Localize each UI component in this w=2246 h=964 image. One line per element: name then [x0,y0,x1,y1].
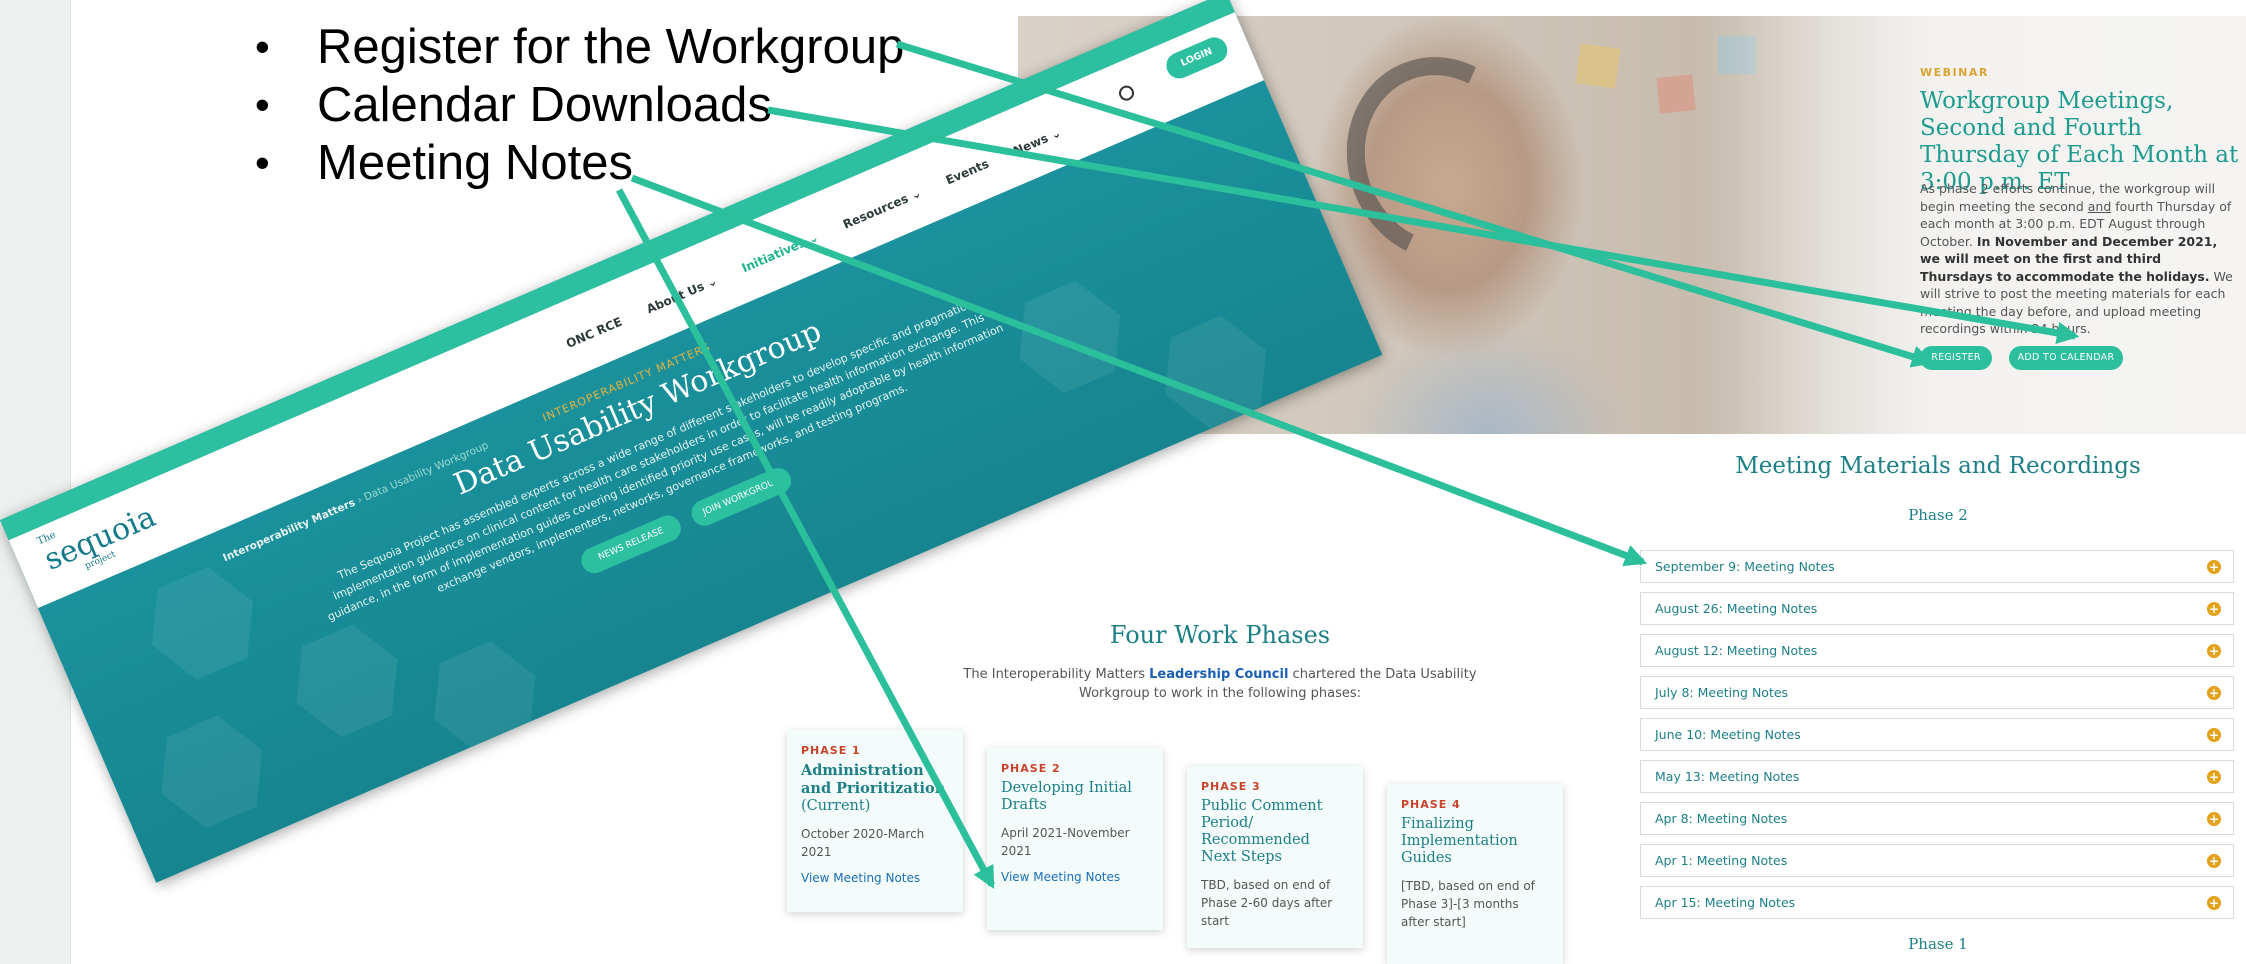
accordion-item[interactable]: May 13: Meeting Notes + [1640,760,2234,793]
accordion-label: Apr 15: Meeting Notes [1655,895,1796,910]
plus-circle-icon[interactable]: + [2207,602,2221,616]
accordion-item[interactable]: July 8: Meeting Notes + [1640,676,2234,709]
webinar-description: As phase 2 efforts continue, the workgro… [1920,180,2236,338]
add-to-calendar-button[interactable]: ADD TO CALENDAR [2009,346,2123,370]
bullet-text: Meeting Notes [317,136,633,190]
plus-circle-icon[interactable]: + [2207,644,2221,658]
accordion-label: August 26: Meeting Notes [1655,601,1818,616]
sticky-note-shape [1575,43,1621,89]
plus-circle-icon[interactable]: + [2207,560,2221,574]
accordion-label: July 8: Meeting Notes [1655,685,1789,700]
hexagon-decoration [130,551,275,696]
accordion-label: Apr 8: Meeting Notes [1655,811,1788,826]
intro-text: The Interoperability Matters [963,667,1150,682]
phase-card-4: PHASE 4 Finalizing Implementation Guides… [1387,784,1563,964]
phase-kicker: PHASE 2 [1001,762,1061,775]
phase-title: Public Comment Period/ Recommended Next … [1201,798,1323,865]
headphones-shape [1318,30,1564,288]
hexagon-decoration [140,699,285,844]
bullet-register: • Register for the Workgroup [255,18,904,76]
sticky-note-shape [1656,74,1696,114]
phase-card-1: PHASE 1 Administration and Prioritizatio… [787,730,963,912]
phase-card-3: PHASE 3 Public Comment Period/ Recommend… [1187,766,1363,948]
leadership-council-link[interactable]: Leadership Council [1149,667,1288,682]
accordion-label: Apr 1: Meeting Notes [1655,853,1788,868]
accordion-item[interactable]: Apr 15: Meeting Notes + [1640,886,2234,919]
accordion-item[interactable]: September 9: Meeting Notes + [1640,550,2234,583]
phase-title: Finalizing Implementation Guides [1401,816,1518,866]
plus-circle-icon[interactable]: + [2207,770,2221,784]
bullet-text: Calendar Downloads [317,78,772,132]
phase-1-heading: Phase 1 [1908,935,1968,953]
bullet-text: Register for the Workgroup [317,20,905,74]
phase-dates: TBD, based on end of Phase 2-60 days aft… [1201,878,1333,928]
meeting-materials-title: Meeting Materials and Recordings [1735,453,2141,479]
accordion-item[interactable]: June 10: Meeting Notes + [1640,718,2234,751]
accordion-label: June 10: Meeting Notes [1655,727,1801,742]
phase-dates: April 2021-November 2021 [1001,826,1130,858]
phase-2-heading: Phase 2 [1908,506,1968,524]
webinar-text-underlined: and [2087,198,2112,214]
left-margin-bar [0,0,71,964]
accordion-label: September 9: Meeting Notes [1655,559,1835,574]
accordion-item[interactable]: Apr 8: Meeting Notes + [1640,802,2234,835]
phase-title-text: Administration and Prioritization [801,762,946,797]
register-button[interactable]: REGISTER [1920,346,1992,370]
webinar-kicker: WEBINAR [1920,66,1989,79]
accordion-item[interactable]: August 26: Meeting Notes + [1640,592,2234,625]
phase-kicker: PHASE 1 [801,744,861,757]
four-work-phases-title: Four Work Phases [1109,621,1331,649]
plus-circle-icon[interactable]: + [2207,812,2221,826]
plus-circle-icon[interactable]: + [2207,896,2221,910]
view-meeting-notes-link[interactable]: View Meeting Notes [801,871,949,885]
phase-title: Developing Initial Drafts [1001,780,1132,813]
work-phases-intro: The Interoperability Matters Leadership … [930,665,1510,703]
phase-kicker: PHASE 4 [1401,798,1461,811]
view-meeting-notes-link[interactable]: View Meeting Notes [1001,870,1149,884]
phase-dates: October 2020-March 2021 [801,827,925,859]
bullet-dot: • [255,23,270,70]
bullet-calendar: • Calendar Downloads [255,76,904,134]
accordion-item[interactable]: August 12: Meeting Notes + [1640,634,2234,667]
accordion-label: August 12: Meeting Notes [1655,643,1818,658]
phase-status: (Current) [801,798,871,814]
phase-kicker: PHASE 3 [1201,780,1261,793]
plus-circle-icon[interactable]: + [2207,728,2221,742]
bullet-dot: • [255,81,270,128]
phase-card-2: PHASE 2 Developing Initial Drafts April … [987,748,1163,930]
accordion-label: May 13: Meeting Notes [1655,769,1800,784]
plus-circle-icon[interactable]: + [2207,686,2221,700]
phase-title: Administration and Prioritization (Curren… [801,762,949,815]
feature-bullet-list: • Register for the Workgroup • Calendar Do… [255,18,904,192]
hexagon-decoration [413,625,558,770]
bullet-dot: • [255,139,270,186]
accordion-item[interactable]: Apr 1: Meeting Notes + [1640,844,2234,877]
phase-dates: [TBD, based on end of Phase 3]-[3 months… [1401,879,1535,929]
plus-circle-icon[interactable]: + [2207,854,2221,868]
